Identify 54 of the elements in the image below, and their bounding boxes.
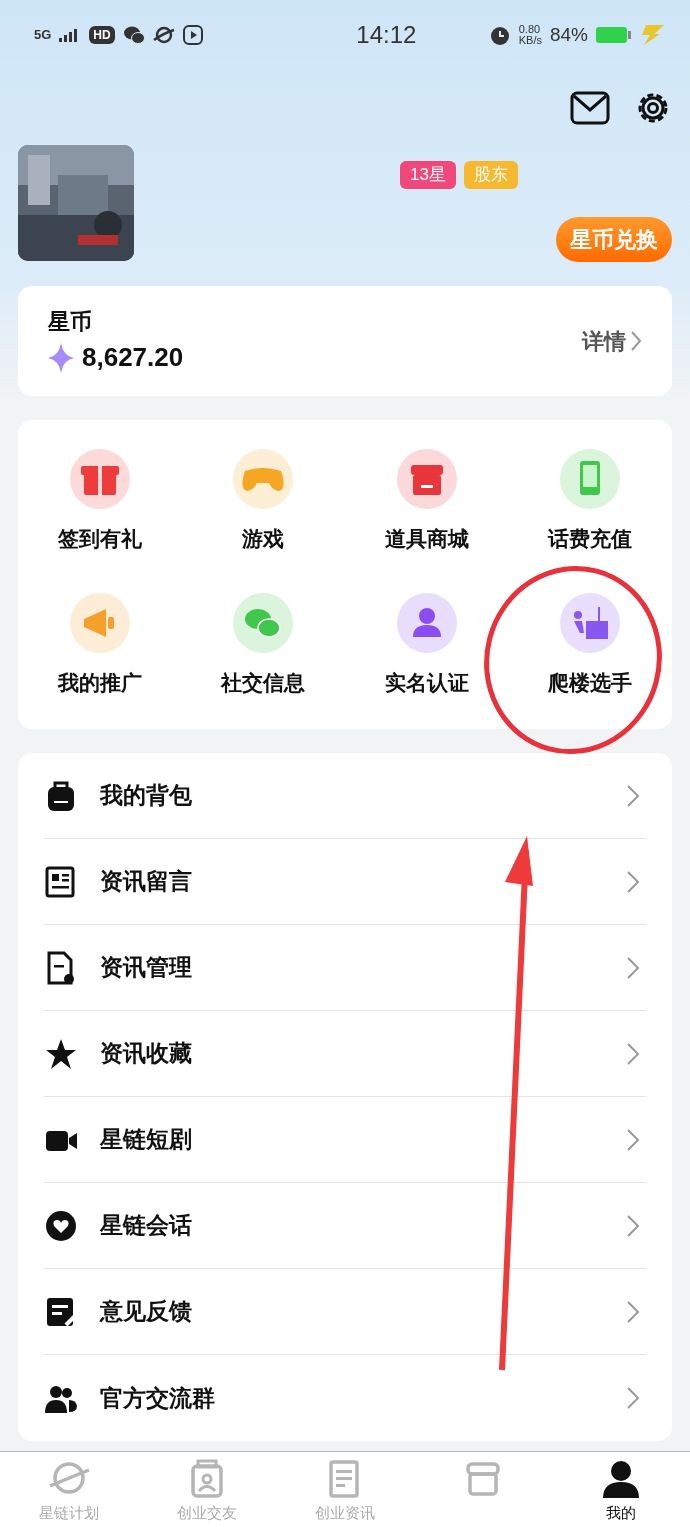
chat-icon — [231, 590, 296, 655]
details-link[interactable]: 详情 — [582, 324, 642, 358]
planet-icon — [152, 25, 175, 45]
speed-unit: KB/s — [518, 35, 542, 46]
alarm-icon — [488, 24, 511, 46]
phone-icon — [558, 447, 623, 511]
chevron-icon — [626, 1299, 640, 1324]
chevron-icon — [626, 869, 640, 894]
menu-item[interactable]: 资讯收藏 — [44, 1011, 646, 1097]
menu-item[interactable]: 星链会话 — [44, 1183, 646, 1269]
battery-percent: 84% — [549, 22, 588, 47]
feature-button[interactable]: 我的推广 — [18, 589, 182, 699]
chevron-icon — [626, 1127, 640, 1152]
feature-button[interactable]: 游戏 — [181, 446, 345, 556]
chevron-icon — [626, 783, 640, 808]
gift-icon — [67, 447, 132, 511]
store-icon — [394, 447, 459, 511]
chat-icon — [122, 25, 145, 45]
heart-chat-icon — [44, 1208, 78, 1243]
chevron-icon — [626, 1213, 640, 1238]
network-label: 5G — [34, 26, 52, 45]
gamepad-icon — [231, 447, 296, 511]
mail-icon[interactable] — [570, 90, 610, 125]
chevron-icon — [626, 1386, 640, 1410]
feature-button[interactable]: 实名认证 — [345, 589, 509, 699]
hd-badge: HD — [89, 26, 115, 44]
feature-button[interactable]: 社交信息 — [181, 589, 345, 699]
status-time: 14:12 — [356, 21, 417, 48]
chevron-icon — [630, 330, 642, 352]
battery-icon — [596, 26, 632, 44]
news-icon — [44, 864, 78, 899]
chevron-icon — [626, 955, 640, 980]
chevron-icon — [626, 1041, 640, 1066]
badge: 股东 — [463, 161, 518, 189]
menu-item[interactable]: 意见反馈 — [44, 1269, 646, 1355]
feature-button[interactable]: 话费充值 — [508, 446, 672, 556]
sparkle-icon — [48, 342, 74, 373]
coin-label: 星币 — [48, 308, 93, 336]
climber-icon — [558, 590, 623, 655]
feature-button[interactable]: 签到有礼 — [18, 446, 182, 556]
feature-button[interactable]: 爬楼选手 — [508, 589, 672, 699]
lightning-icon — [640, 25, 664, 45]
badge: 13星 — [400, 161, 456, 189]
play-icon — [182, 25, 203, 45]
menu-item[interactable]: 资讯管理 — [44, 925, 646, 1011]
person-icon — [394, 590, 459, 655]
feature-button[interactable]: 道具商城 — [345, 446, 509, 556]
coin-amount: 8,627.20 — [82, 341, 184, 374]
menu-item[interactable]: 官方交流群 — [44, 1355, 646, 1441]
megaphone-icon — [67, 590, 132, 655]
menu-item[interactable]: 我的背包 — [44, 753, 646, 839]
menu-item[interactable]: 星链短剧 — [44, 1097, 646, 1183]
speed-value: 0.80 — [518, 24, 542, 35]
tab[interactable]: 我的 — [552, 1452, 690, 1527]
